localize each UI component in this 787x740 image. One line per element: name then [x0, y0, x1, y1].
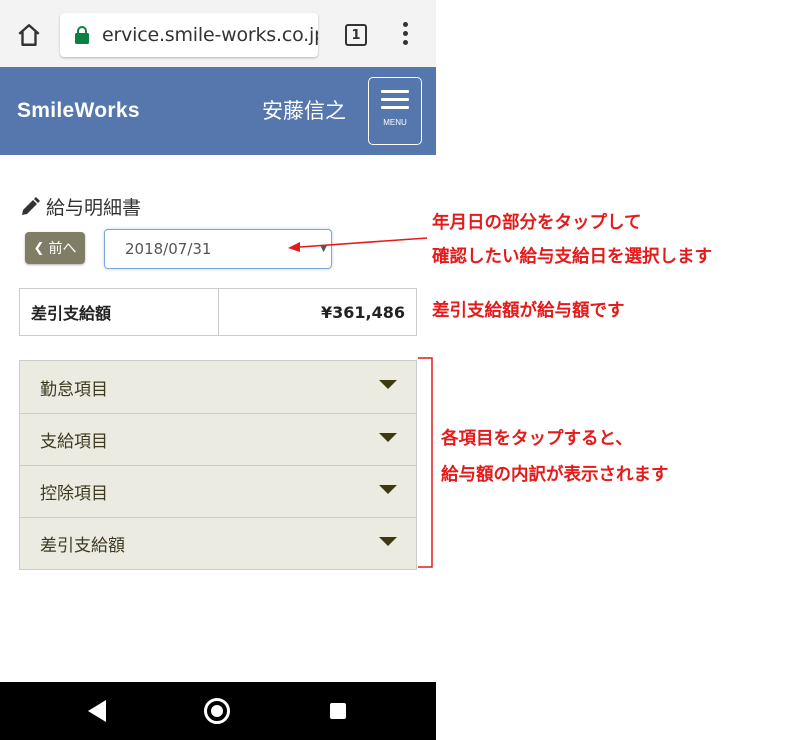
- net-pay-value: ¥361,486: [320, 302, 405, 322]
- expand-triangle-icon: [379, 433, 397, 442]
- items-annotation-line1: 各項目をタップすると、: [441, 429, 633, 449]
- accordion-item-label: 差引支給額: [40, 536, 125, 556]
- android-nav-bar: [0, 682, 436, 740]
- date-annotation-line1: 年月日の部分をタップして: [432, 213, 642, 233]
- items-annotation: 各項目をタップすると、 給与額の内訳が表示されます: [441, 421, 669, 493]
- expand-triangle-icon: [379, 485, 397, 494]
- pencil-icon: [22, 196, 40, 215]
- prev-button-label: 前へ: [48, 241, 77, 257]
- date-annotation: 年月日の部分をタップして 確認したい給与支給日を選択します: [432, 206, 712, 274]
- back-icon[interactable]: [88, 700, 106, 722]
- address-bar[interactable]: ervice.smile-works.co.jp: [60, 13, 318, 57]
- accordion-item-label: 勤怠項目: [40, 379, 108, 400]
- accordion-item-payments[interactable]: 支給項目: [20, 413, 416, 465]
- home-circle-icon[interactable]: [204, 698, 230, 724]
- app-header: SmileWorks 安藤信之 MENU: [0, 67, 436, 155]
- dropdown-caret-icon: ▼: [320, 244, 327, 254]
- page-title: 給与明細書: [20, 193, 141, 220]
- expand-triangle-icon: [379, 537, 397, 546]
- net-pay-label: 差引支給額: [20, 289, 219, 335]
- accordion-item-label: 支給項目: [40, 432, 108, 452]
- browser-toolbar: ervice.smile-works.co.jp 1: [0, 0, 436, 67]
- expand-triangle-icon: [379, 380, 397, 389]
- user-name: 安藤信之: [262, 99, 346, 123]
- prev-button[interactable]: ❮ 前へ: [25, 232, 85, 264]
- recent-apps-icon[interactable]: [330, 703, 346, 719]
- menu-label: MENU: [383, 118, 407, 127]
- date-annotation-line2: 確認したい給与支給日を選択します: [432, 247, 712, 267]
- home-icon[interactable]: [14, 20, 44, 50]
- phone-screen: ervice.smile-works.co.jp 1 SmileWorks 安藤…: [0, 0, 436, 740]
- tab-switcher-button[interactable]: 1: [345, 24, 367, 46]
- payday-select-value: 2018/07/31: [125, 240, 212, 258]
- accordion-item-label: 控除項目: [40, 484, 108, 504]
- amount-annotation: 差引支給額が給与額です: [432, 301, 625, 321]
- lock-icon: [75, 26, 89, 44]
- brand-logo[interactable]: SmileWorks: [17, 99, 140, 123]
- url-text: ervice.smile-works.co.jp: [102, 24, 318, 46]
- kebab-menu-icon[interactable]: [400, 22, 410, 48]
- accordion-item-attendance[interactable]: 勤怠項目: [20, 361, 416, 413]
- payday-select[interactable]: 2018/07/31 ▼: [104, 229, 332, 269]
- accordion-item-net-pay[interactable]: 差引支給額: [20, 517, 416, 569]
- payslip-accordion: 勤怠項目 支給項目 控除項目 差引支給額: [19, 360, 417, 570]
- hamburger-icon: [381, 90, 409, 93]
- accordion-item-deductions[interactable]: 控除項目: [20, 465, 416, 517]
- page-title-text: 給与明細書: [46, 197, 142, 219]
- net-pay-row: 差引支給額 ¥361,486: [19, 288, 417, 336]
- chevron-left-icon: ❮: [33, 240, 45, 256]
- items-annotation-line2: 給与額の内訳が表示されます: [441, 465, 669, 485]
- menu-button[interactable]: MENU: [368, 77, 422, 145]
